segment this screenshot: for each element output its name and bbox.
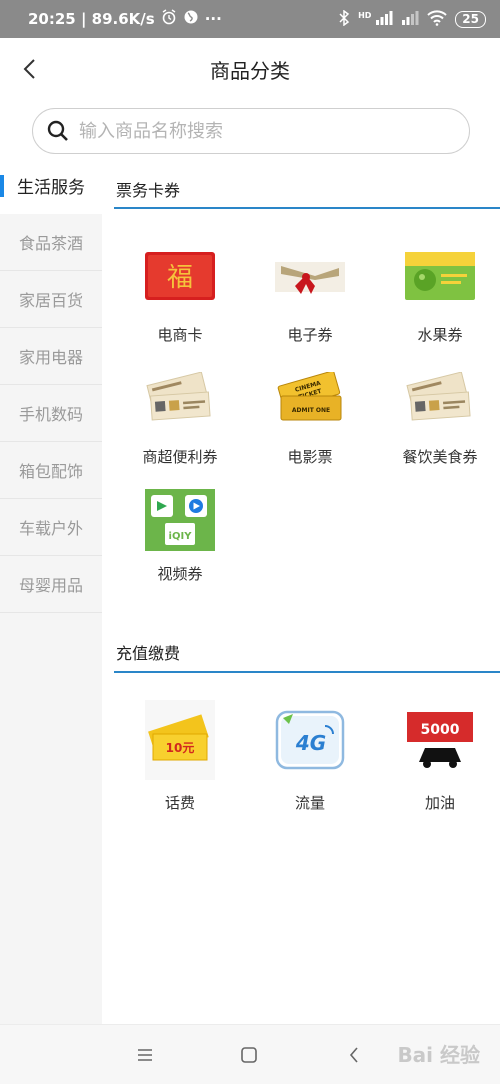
menu-icon bbox=[138, 1049, 152, 1061]
network-label: HD bbox=[358, 10, 372, 20]
tile-label: 加油 bbox=[424, 794, 455, 812]
tile-fruit-voucher[interactable]: 水果券 bbox=[375, 250, 500, 370]
sidebar-item-label: 箱包配饰 bbox=[18, 462, 83, 481]
chevron-left-icon bbox=[349, 1047, 358, 1063]
red-fu-card-icon: 福 bbox=[145, 252, 215, 300]
sidebar-item-home-goods[interactable]: 家居百货 bbox=[0, 271, 102, 328]
menu-button[interactable] bbox=[133, 1043, 157, 1067]
fuel-card-icon: 5000 bbox=[407, 712, 473, 768]
thumb-text: iQIY bbox=[169, 531, 193, 542]
section-divider bbox=[114, 207, 500, 209]
thumb-text: ADMIT ONE bbox=[292, 407, 330, 414]
sidebar-item-bags-accessories[interactable]: 箱包配饰 bbox=[0, 442, 102, 499]
tile-phone-credit[interactable]: 10元 话费 bbox=[115, 700, 245, 820]
tile-supermarket-voucher[interactable]: 商超便利券 bbox=[115, 372, 245, 492]
4g-data-icon: 4G bbox=[275, 710, 345, 770]
tile-dining-voucher[interactable]: 餐饮美食券 bbox=[375, 372, 500, 492]
video-apps-icon: iQIY bbox=[145, 489, 215, 551]
phone-credit-ticket-icon: 10元 bbox=[145, 700, 215, 780]
signal-hd-icon: HD bbox=[358, 10, 393, 28]
sidebar-item-label: 母婴用品 bbox=[18, 576, 83, 595]
watermark: Bai 经验 bbox=[397, 1043, 480, 1067]
sidebar-item-label: 家居百货 bbox=[18, 291, 83, 310]
app-header: 商品分类 bbox=[0, 38, 500, 100]
green-apple-card-icon bbox=[405, 252, 475, 300]
signal-icon bbox=[401, 10, 419, 28]
sidebar-item-label: 家用电器 bbox=[18, 348, 83, 367]
square-home-icon bbox=[241, 1047, 257, 1063]
status-bar: 20:25 | 89.6K/s ··· HD 25 bbox=[0, 0, 500, 38]
tile-label: 视频券 bbox=[157, 565, 203, 583]
back-button[interactable] bbox=[14, 52, 44, 86]
sidebar-item-food-tea-wine[interactable]: 食品茶酒 bbox=[0, 214, 102, 271]
coupon-tickets-icon bbox=[406, 372, 471, 421]
gift-ribbon-coupon-icon bbox=[275, 262, 345, 294]
tile-label: 电商卡 bbox=[157, 326, 203, 344]
sidebar-item-label: 手机数码 bbox=[18, 405, 83, 424]
battery-indicator: 25 bbox=[455, 10, 486, 28]
thumb-text: 4G bbox=[295, 731, 326, 755]
section-title: 票务卡券 bbox=[116, 181, 181, 200]
tile-label: 电子券 bbox=[287, 326, 333, 344]
tile-mobile-data[interactable]: 4G 流量 bbox=[245, 700, 375, 820]
tile-label: 流量 bbox=[294, 794, 325, 812]
tile-label: 话费 bbox=[164, 794, 195, 812]
thumb-text: 5000 bbox=[421, 722, 460, 738]
cinema-ticket-icon: CINEMA TICKET ADMIT ONE bbox=[277, 372, 342, 421]
status-time-speed: 20:25 | 89.6K/s bbox=[28, 10, 155, 28]
sidebar-item-life-services[interactable]: 生活服务 bbox=[0, 157, 102, 214]
coupon-tickets-icon bbox=[146, 372, 211, 421]
sidebar-item-label: 生活服务 bbox=[17, 178, 85, 198]
tile-label: 电影票 bbox=[287, 448, 333, 466]
system-nav-bar: Bai 经验 bbox=[0, 1024, 500, 1084]
search-icon bbox=[45, 118, 71, 144]
sidebar-item-appliances[interactable]: 家用电器 bbox=[0, 328, 102, 385]
section-divider bbox=[114, 671, 500, 673]
tile-movie-ticket[interactable]: CINEMA TICKET ADMIT ONE 电影票 bbox=[245, 372, 375, 492]
tile-label: 餐饮美食券 bbox=[402, 448, 478, 466]
bluetooth-icon bbox=[338, 9, 350, 29]
category-content: 票务卡券 福 电商卡 电子券 水果券 商超便利券 CINEMA TICKET A… bbox=[102, 157, 500, 1024]
sidebar-item-car-outdoor[interactable]: 车载户外 bbox=[0, 499, 102, 556]
tile-label: 商超便利券 bbox=[142, 448, 218, 466]
wifi-icon bbox=[427, 9, 447, 29]
search-box[interactable] bbox=[32, 108, 470, 154]
sidebar-item-mother-baby[interactable]: 母婴用品 bbox=[0, 556, 102, 613]
search-input[interactable] bbox=[79, 120, 439, 142]
home-button[interactable] bbox=[237, 1043, 261, 1067]
sidebar-item-digital[interactable]: 手机数码 bbox=[0, 385, 102, 442]
globe-icon bbox=[183, 9, 199, 29]
chevron-left-icon bbox=[23, 59, 35, 79]
tile-e-voucher[interactable]: 电子券 bbox=[245, 250, 375, 370]
nav-back-button[interactable] bbox=[342, 1043, 366, 1067]
tile-fuel-card[interactable]: 5000 加油 bbox=[375, 700, 500, 820]
tile-label: 水果券 bbox=[417, 326, 463, 344]
category-sidebar: 生活服务 食品茶酒 家居百货 家用电器 手机数码 箱包配饰 车载户外 母婴用品 bbox=[0, 157, 102, 1024]
sidebar-item-label: 车载户外 bbox=[18, 519, 83, 538]
sidebar-item-label: 食品茶酒 bbox=[18, 234, 83, 253]
page-title: 商品分类 bbox=[210, 58, 290, 83]
thumb-text: 10元 bbox=[166, 741, 195, 755]
status-dots: ··· bbox=[204, 10, 222, 28]
tile-ecommerce-card[interactable]: 福 电商卡 bbox=[115, 250, 245, 370]
thumb-text: 福 bbox=[167, 263, 193, 293]
tile-video-voucher[interactable]: iQIY 视频券 bbox=[115, 489, 245, 609]
alarm-icon bbox=[161, 9, 177, 29]
section-title: 充值缴费 bbox=[116, 644, 181, 663]
